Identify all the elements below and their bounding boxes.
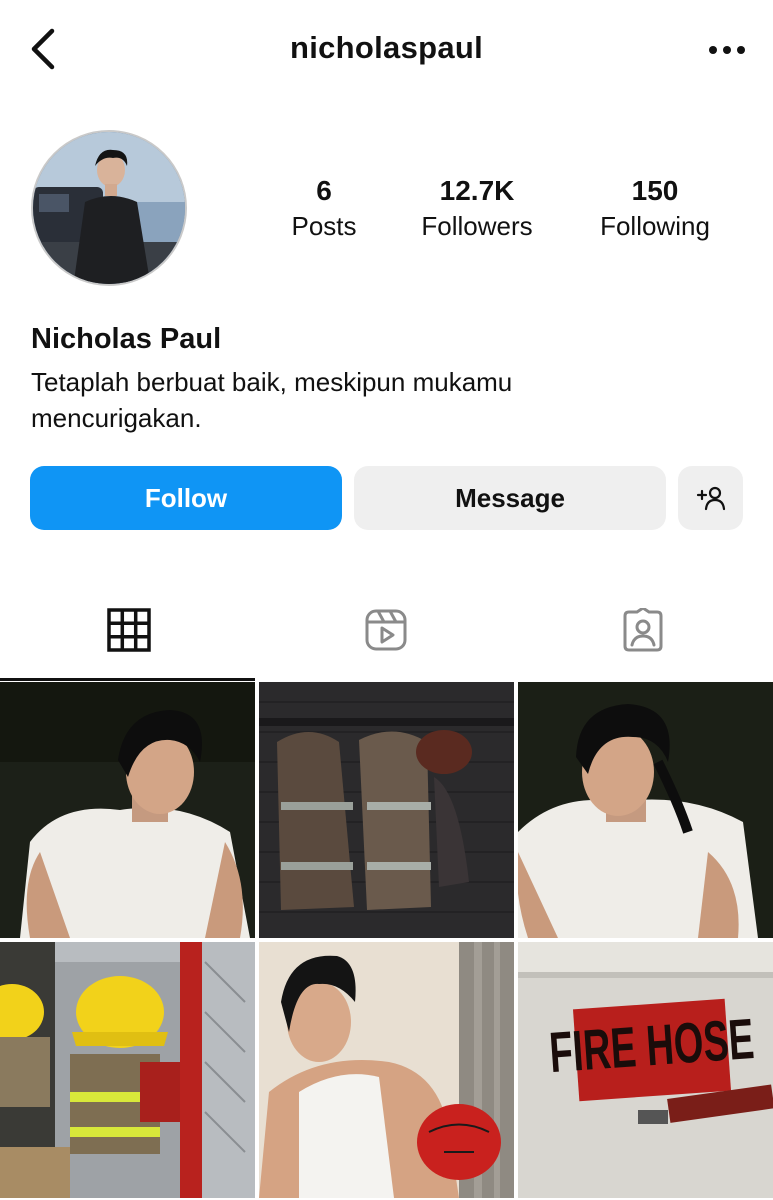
post-photo xyxy=(0,682,255,938)
add-person-icon xyxy=(696,486,725,511)
profile-username: nicholaspaul xyxy=(289,30,484,65)
grid-post-1[interactable] xyxy=(0,682,255,938)
stat-followers[interactable]: 12.7K Followers xyxy=(397,174,557,244)
tagged-icon xyxy=(623,608,662,652)
stat-posts-label: Posts xyxy=(291,211,357,241)
grid-post-6[interactable]: FIRE HOSE xyxy=(518,942,773,1198)
stat-followers-value: 12.7K xyxy=(439,175,515,206)
suggested-people-button[interactable] xyxy=(678,466,743,530)
grid-icon xyxy=(106,608,151,652)
message-button[interactable]: Message xyxy=(354,466,666,530)
avatar[interactable] xyxy=(31,130,187,286)
grid-post-4[interactable] xyxy=(0,942,255,1198)
post-photo xyxy=(259,942,514,1198)
post-photo: FIRE HOSE xyxy=(518,942,773,1198)
reels-icon xyxy=(365,609,406,651)
stat-following-label: Following xyxy=(600,211,710,241)
tab-reels[interactable] xyxy=(257,580,514,680)
grid-post-3[interactable] xyxy=(518,682,773,938)
profile-photo xyxy=(33,132,185,284)
stat-following-value: 150 xyxy=(631,175,679,206)
content-tabs xyxy=(0,580,773,680)
post-photo xyxy=(0,942,255,1198)
stat-posts-value: 6 xyxy=(316,175,332,206)
display-name: Nicholas Paul xyxy=(31,323,222,355)
more-options-button[interactable] xyxy=(700,32,754,68)
post-photo xyxy=(259,682,514,938)
follow-button[interactable]: Follow xyxy=(30,466,342,530)
grid-post-5[interactable] xyxy=(259,942,514,1198)
tab-posts-grid[interactable] xyxy=(0,580,257,680)
stat-followers-label: Followers xyxy=(421,211,533,241)
stat-posts[interactable]: 6 Posts xyxy=(244,174,404,244)
grid-post-2[interactable] xyxy=(259,682,514,938)
bio-line-1: Tetaplah berbuat baik, meskipun mukamu xyxy=(31,367,513,397)
post-photo xyxy=(518,682,773,938)
more-horizontal-icon xyxy=(709,46,745,54)
tab-tagged[interactable] xyxy=(514,580,771,680)
stat-following[interactable]: 150 Following xyxy=(575,174,735,244)
bio: Tetaplah berbuat baik, meskipun mukamu m… xyxy=(31,364,651,436)
active-tab-indicator xyxy=(0,678,255,681)
bio-line-2: mencurigakan. xyxy=(31,403,202,433)
top-bar: nicholaspaul xyxy=(0,0,773,100)
posts-grid: FIRE HOSE xyxy=(0,682,773,1200)
